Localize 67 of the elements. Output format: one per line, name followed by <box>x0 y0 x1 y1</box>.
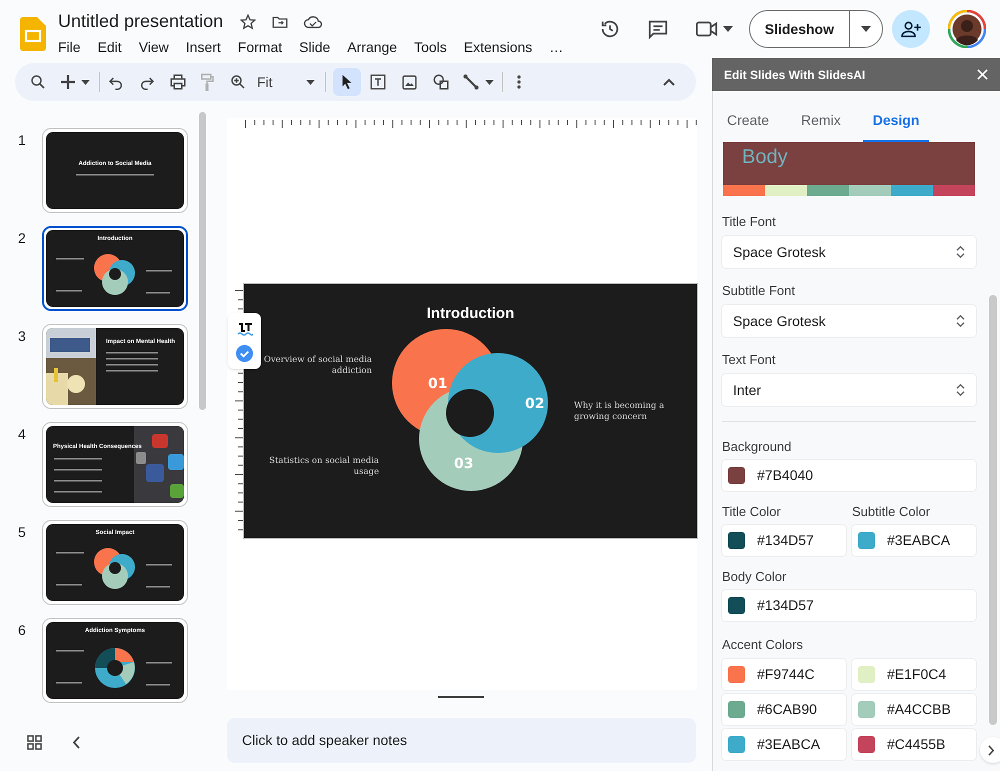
menu-item[interactable]: Arrange <box>340 36 404 59</box>
field-label: Background <box>722 439 792 455</box>
color-value: #134D57 <box>757 596 814 615</box>
menu-item[interactable]: Format <box>230 36 290 59</box>
menu-item[interactable]: Edit <box>90 36 129 59</box>
color-field[interactable]: #A4CCBB <box>852 694 976 725</box>
color-value: #3EABCA <box>757 735 820 754</box>
color-value: #3EABCA <box>887 531 950 550</box>
color-field[interactable]: #C4455B <box>852 729 976 760</box>
color-field[interactable]: #F9744C <box>722 659 846 690</box>
font-value: Space Grotesk <box>733 312 826 331</box>
field-label: Accent Colors <box>722 637 804 653</box>
field-label: Title Font <box>722 214 777 230</box>
zoom-value: Fit <box>257 72 273 92</box>
segment-number: 03 <box>454 456 474 472</box>
color-value: #134D57 <box>757 531 814 550</box>
color-value: #C4455B <box>887 735 946 754</box>
panel-tab[interactable]: Remix <box>791 100 851 142</box>
font-value: Inter <box>733 380 762 400</box>
slide-number: 3 <box>18 327 27 346</box>
slide-bullet-text: Overview of social media addiction <box>262 355 372 377</box>
field-label: Title Color <box>722 504 782 520</box>
slide-number: 4 <box>18 425 27 444</box>
menu-item[interactable]: Extensions <box>456 36 540 59</box>
field-label: Subtitle Font <box>722 283 796 299</box>
color-value: #6CAB90 <box>757 700 817 719</box>
segment-number: 02 <box>525 396 544 412</box>
panel-title: Edit Slides With SlidesAI <box>724 66 866 84</box>
color-value: #7B4040 <box>757 466 814 485</box>
slide-bullet-text: Statistics on social media usage <box>269 456 379 478</box>
color-field[interactable]: #134D57 <box>722 525 846 556</box>
slide[interactable]: Introduction 01 02 03 Overview of social media addiction Why it is becoming a growing concern Statistics on social media usage <box>243 283 698 539</box>
segment-number: 01 <box>428 376 448 392</box>
color-value: #F9744C <box>757 665 815 684</box>
menu-item[interactable]: Slide <box>292 36 338 59</box>
preview-body-text: Body <box>742 145 788 170</box>
color-field[interactable]: #7B4040 <box>722 460 976 491</box>
color-field[interactable]: #3EABCA <box>852 525 976 556</box>
field-label: Text Font <box>722 352 776 368</box>
color-field[interactable]: #134D57 <box>722 590 976 621</box>
zoom-select[interactable]: Fit <box>253 69 319 95</box>
slide-number: 6 <box>18 621 27 640</box>
font-value: Space Grotesk <box>733 242 826 262</box>
speaker-notes-field[interactable]: Click to add speaker notes <box>227 718 696 763</box>
panel-tab[interactable]: Create <box>717 100 780 142</box>
color-field[interactable]: #E1F0C4 <box>852 659 976 690</box>
slide-number: 2 <box>18 229 27 248</box>
menu-item[interactable]: … <box>542 36 570 59</box>
font-select[interactable]: Inter <box>722 374 976 406</box>
field-label: Subtitle Color <box>852 504 932 520</box>
slide-number: 1 <box>18 131 27 150</box>
slide-title: Introduction <box>426 304 514 324</box>
menu-item[interactable]: File <box>51 36 88 59</box>
color-field[interactable]: #3EABCA <box>722 729 846 760</box>
menu-item[interactable]: Tools <box>407 36 454 59</box>
color-value: #E1F0C4 <box>887 665 946 684</box>
document-title[interactable]: Untitled presentation <box>58 8 224 35</box>
font-select[interactable]: Space Grotesk <box>722 236 976 268</box>
menu-item[interactable]: Insert <box>178 36 228 59</box>
field-label: Body Color <box>722 569 788 585</box>
color-value: #A4CCBB <box>887 700 951 719</box>
menu-item[interactable]: View <box>132 36 176 59</box>
slide-bullet-text: Why it is becoming a growing concern <box>574 401 666 423</box>
notes-placeholder: Click to add speaker notes <box>242 731 407 750</box>
font-select[interactable]: Space Grotesk <box>722 305 976 337</box>
slide-number: 5 <box>18 523 27 542</box>
color-field[interactable]: #6CAB90 <box>722 694 846 725</box>
